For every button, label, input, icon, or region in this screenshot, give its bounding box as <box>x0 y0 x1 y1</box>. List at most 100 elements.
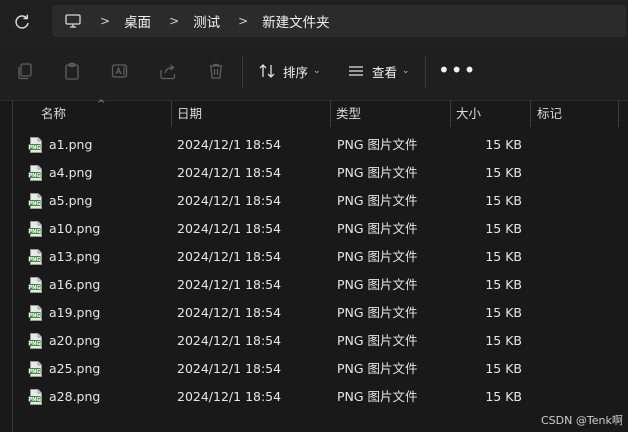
file-size: 15 KB <box>485 389 522 404</box>
column-divider[interactable] <box>450 101 451 127</box>
file-name: a28.png <box>49 389 101 404</box>
svg-text:PNG: PNG <box>29 257 41 263</box>
png-file-icon: PNG <box>28 361 42 377</box>
file-date: 2024/12/1 18:54 <box>177 333 282 348</box>
svg-text:PNG: PNG <box>29 173 41 179</box>
file-date: 2024/12/1 18:54 <box>177 361 282 376</box>
file-date: 2024/12/1 18:54 <box>177 389 282 404</box>
chevron-down-icon: ⌄ <box>402 66 410 76</box>
breadcrumb-item-test[interactable]: 测试 <box>193 11 220 31</box>
file-size: 15 KB <box>485 137 522 152</box>
file-name: a4.png <box>49 165 93 180</box>
file-row[interactable]: PNG a19.png 2024/12/1 18:54 PNG 图片文件 15 … <box>0 299 628 327</box>
svg-text:PNG: PNG <box>29 145 41 151</box>
column-header-type[interactable]: 类型 <box>336 101 361 127</box>
png-file-icon: PNG <box>28 165 42 181</box>
chevron-right-icon[interactable]: > <box>169 14 179 28</box>
monitor-icon[interactable] <box>64 12 82 30</box>
file-type: PNG 图片文件 <box>337 389 418 404</box>
svg-text:PNG: PNG <box>29 397 41 403</box>
png-file-icon: PNG <box>28 389 42 405</box>
file-size: 15 KB <box>485 277 522 292</box>
file-date: 2024/12/1 18:54 <box>177 277 282 292</box>
column-divider[interactable] <box>330 101 331 127</box>
png-file-icon: PNG <box>28 277 42 293</box>
file-row[interactable]: PNG a5.png 2024/12/1 18:54 PNG 图片文件 15 K… <box>0 187 628 215</box>
png-file-icon: PNG <box>28 193 42 209</box>
column-divider[interactable] <box>530 101 531 127</box>
file-size: 15 KB <box>485 333 522 348</box>
file-row[interactable]: PNG a4.png 2024/12/1 18:54 PNG 图片文件 15 K… <box>0 159 628 187</box>
file-type: PNG 图片文件 <box>337 137 418 152</box>
toolbar-divider <box>425 56 426 88</box>
svg-text:PNG: PNG <box>29 285 41 291</box>
sort-label: 排序 <box>283 64 309 80</box>
column-divider[interactable] <box>618 101 619 127</box>
view-label: 查看 <box>372 64 398 80</box>
file-row[interactable]: PNG a13.png 2024/12/1 18:54 PNG 图片文件 15 … <box>0 243 628 271</box>
png-file-icon: PNG <box>28 333 42 349</box>
file-size: 15 KB <box>485 221 522 236</box>
chevron-right-icon[interactable]: > <box>100 14 110 28</box>
file-type: PNG 图片文件 <box>337 249 418 264</box>
svg-text:PNG: PNG <box>29 341 41 347</box>
png-file-icon: PNG <box>28 221 42 237</box>
refresh-icon[interactable] <box>11 11 33 33</box>
file-size: 15 KB <box>485 249 522 264</box>
file-row[interactable]: PNG a20.png 2024/12/1 18:54 PNG 图片文件 15 … <box>0 327 628 355</box>
toolbar-divider <box>242 56 243 88</box>
file-date: 2024/12/1 18:54 <box>177 221 282 236</box>
column-header-tags[interactable]: 标记 <box>537 101 562 127</box>
file-list: PNG a1.png 2024/12/1 18:54 PNG 图片文件 15 K… <box>0 131 628 411</box>
png-file-icon: PNG <box>28 137 42 153</box>
file-date: 2024/12/1 18:54 <box>177 305 282 320</box>
file-name: a25.png <box>49 361 101 376</box>
file-row[interactable]: PNG a25.png 2024/12/1 18:54 PNG 图片文件 15 … <box>0 355 628 383</box>
file-name: a1.png <box>49 137 93 152</box>
file-name: a5.png <box>49 193 93 208</box>
command-bar: 排序 ⌄ 查看 ⌄ ••• <box>0 44 628 101</box>
file-name: a19.png <box>49 305 101 320</box>
rename-icon[interactable] <box>110 61 130 81</box>
file-type: PNG 图片文件 <box>337 361 418 376</box>
svg-text:PNG: PNG <box>29 313 41 319</box>
sort-button[interactable]: 排序 ⌄ <box>258 61 321 81</box>
column-header-name[interactable]: 名称 <box>41 101 66 127</box>
more-options-button[interactable]: ••• <box>438 60 476 80</box>
column-header-row: ^ 名称 日期 类型 大小 标记 <box>0 99 628 127</box>
copy-icon[interactable] <box>15 61 35 81</box>
chevron-right-icon[interactable]: > <box>238 14 248 28</box>
svg-text:PNG: PNG <box>29 201 41 207</box>
watermark: CSDN @Tenk啊 <box>541 414 623 427</box>
view-icon <box>349 66 363 76</box>
breadcrumb-item-desktop[interactable]: 桌面 <box>124 11 151 31</box>
breadcrumb[interactable]: > 桌面 > 测试 > 新建文件夹 <box>52 5 626 37</box>
paste-icon[interactable] <box>62 61 82 81</box>
file-date: 2024/12/1 18:54 <box>177 249 282 264</box>
file-size: 15 KB <box>485 193 522 208</box>
sort-ascending-icon: ^ <box>97 99 106 110</box>
breadcrumb-item-new-folder[interactable]: 新建文件夹 <box>262 11 330 31</box>
svg-text:PNG: PNG <box>29 229 41 235</box>
column-divider[interactable] <box>171 101 172 127</box>
address-bar: > 桌面 > 测试 > 新建文件夹 <box>0 0 628 44</box>
file-name: a16.png <box>49 277 101 292</box>
share-icon[interactable] <box>158 61 178 81</box>
chevron-down-icon: ⌄ <box>313 66 321 76</box>
file-date: 2024/12/1 18:54 <box>177 193 282 208</box>
file-size: 15 KB <box>485 165 522 180</box>
file-row[interactable]: PNG a1.png 2024/12/1 18:54 PNG 图片文件 15 K… <box>0 131 628 159</box>
column-header-date[interactable]: 日期 <box>177 101 202 127</box>
view-button[interactable]: 查看 ⌄ <box>347 61 410 81</box>
delete-icon[interactable] <box>206 61 226 81</box>
file-row[interactable]: PNG a16.png 2024/12/1 18:54 PNG 图片文件 15 … <box>0 271 628 299</box>
file-type: PNG 图片文件 <box>337 193 418 208</box>
column-header-size[interactable]: 大小 <box>456 101 481 127</box>
file-row[interactable]: PNG a28.png 2024/12/1 18:54 PNG 图片文件 15 … <box>0 383 628 411</box>
file-row[interactable]: PNG a10.png 2024/12/1 18:54 PNG 图片文件 15 … <box>0 215 628 243</box>
file-name: a13.png <box>49 249 101 264</box>
file-size: 15 KB <box>485 305 522 320</box>
png-file-icon: PNG <box>28 305 42 321</box>
svg-text:PNG: PNG <box>29 369 41 375</box>
file-type: PNG 图片文件 <box>337 333 418 348</box>
